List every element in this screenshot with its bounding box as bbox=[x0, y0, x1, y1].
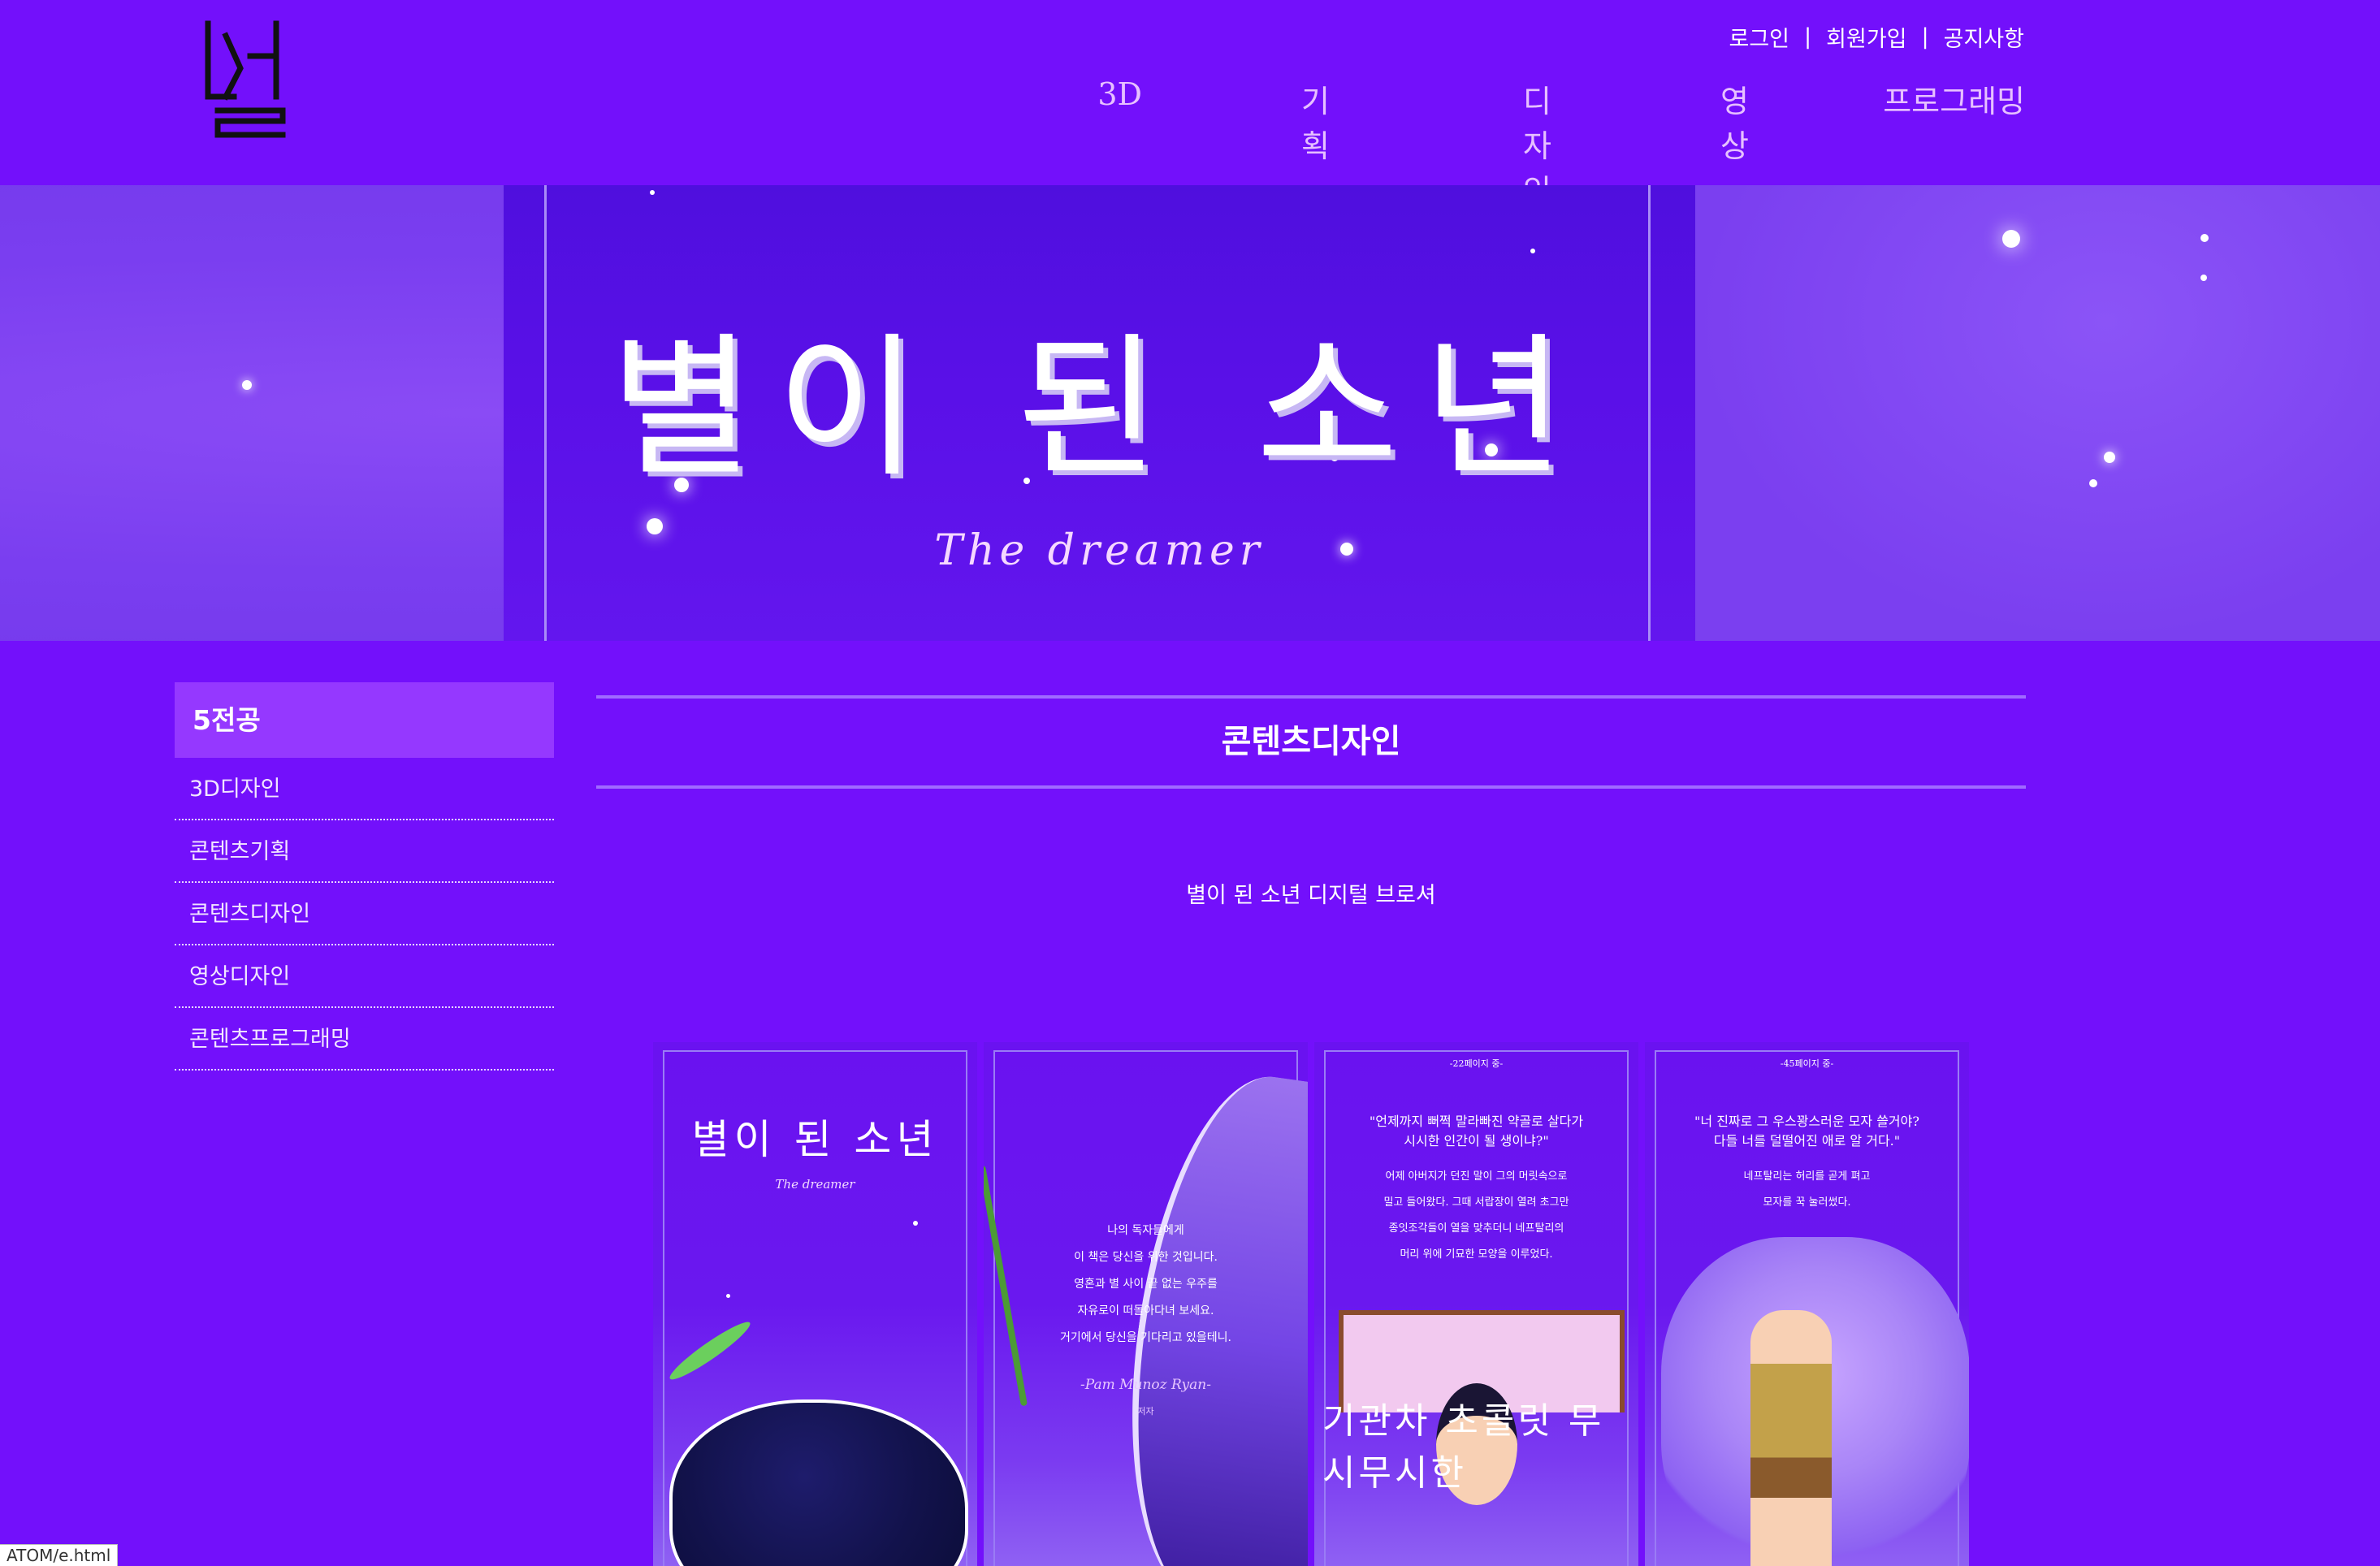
browser-status-url: ATOM/e.html bbox=[0, 1544, 119, 1566]
notice-link[interactable]: 공지사항 bbox=[1944, 21, 2024, 53]
page-title: 콘텐츠디자인 bbox=[1221, 723, 1401, 760]
panel-poem: 나의 독자들에게 이 책은 당신을 위한 것입니다. 영혼과 별 사이 끝 없는… bbox=[1060, 1224, 1231, 1344]
star-decoration bbox=[242, 380, 252, 390]
brochure-panel-page45[interactable]: -45페이지 중- "너 진짜로 그 우스꽝스러운 모자 쓸거야? 다들 너를 … bbox=[1645, 1042, 1969, 1566]
banner-artwork: 별이 된 소년 The dreamer bbox=[504, 185, 1695, 641]
page-label: -22페이지 중- bbox=[1449, 1058, 1504, 1069]
panel-author: -Pam Munoz Ryan- bbox=[1080, 1377, 1211, 1393]
content-description: 별이 된 소년 디지털 브로셔 bbox=[1186, 883, 1436, 908]
brochure-gallery: 별이 된 소년 The dreamer 나의 독자들에게 이 책은 당신을 위한… bbox=[653, 1042, 1969, 1566]
sidebar-item-content-design[interactable]: 콘텐츠디자인 bbox=[175, 883, 554, 945]
panel-body: 네프탈리는 허리를 곧게 펴고 모자를 꾹 눌러썼다. bbox=[1743, 1170, 1871, 1209]
login-link[interactable]: 로그인 bbox=[1729, 21, 1790, 53]
panel-author-role: 저자 bbox=[1137, 1406, 1154, 1417]
nav-programming[interactable]: 프로그래밍 bbox=[1883, 76, 2025, 121]
sidebar-item-content-programming[interactable]: 콘텐츠프로그래밍 bbox=[175, 1008, 554, 1071]
star-decoration bbox=[1530, 249, 1535, 253]
star-decoration bbox=[2200, 275, 2207, 281]
star-decoration bbox=[726, 1294, 730, 1298]
star-decoration bbox=[2200, 234, 2209, 242]
sidebar: 5전공 3D디자인 콘텐츠기획 콘텐츠디자인 영상디자인 콘텐츠프로그래밍 bbox=[175, 682, 554, 1071]
nav-planning[interactable]: 기획 bbox=[1301, 76, 1330, 166]
main-content: 콘텐츠디자인 별이 된 소년 디지털 브로셔 bbox=[596, 695, 2026, 908]
sidebar-heading: 5전공 bbox=[175, 682, 554, 758]
panel-subtitle: The dreamer bbox=[775, 1177, 855, 1192]
divider bbox=[596, 785, 2026, 789]
separator: | bbox=[1921, 24, 1929, 50]
panel-title: 별이 된 소년 bbox=[691, 1116, 939, 1163]
sidebar-item-video-design[interactable]: 영상디자인 bbox=[175, 945, 554, 1008]
panel-quote: "너 진짜로 그 우스꽝스러운 모자 쓸거야? 다들 너를 덜떨어진 애로 알 … bbox=[1694, 1114, 1919, 1149]
brochure-panel-page22[interactable]: -22페이지 중- "언제까지 뻐쩍 말라빠진 약골로 살다가 시시한 인간이 … bbox=[1314, 1042, 1638, 1566]
signup-link[interactable]: 회원가입 bbox=[1826, 21, 1906, 53]
panel-body: 어제 아버지가 던진 말이 그의 머릿속으로 밀고 들어왔다. 그때 서랍장이 … bbox=[1383, 1170, 1569, 1261]
sidebar-list: 3D디자인 콘텐츠기획 콘텐츠디자인 영상디자인 콘텐츠프로그래밍 bbox=[175, 758, 554, 1071]
banner-right-bg bbox=[1695, 185, 2380, 641]
banner-subtitle: The dreamer bbox=[934, 526, 1265, 575]
star-decoration bbox=[650, 190, 655, 195]
brochure-panel-intro[interactable]: 나의 독자들에게 이 책은 당신을 위한 것입니다. 영혼과 별 사이 끝 없는… bbox=[984, 1042, 1308, 1566]
nav-3d[interactable]: 3D bbox=[1097, 76, 1142, 112]
star-decoration bbox=[2104, 452, 2115, 463]
separator: | bbox=[1804, 24, 1812, 50]
page-label: -45페이지 중- bbox=[1780, 1058, 1834, 1069]
star-decoration bbox=[2089, 479, 2097, 487]
site-logo[interactable] bbox=[201, 19, 291, 141]
nav-video[interactable]: 영상 bbox=[1720, 76, 1749, 166]
panel-caption: 기관차 초콜릿 무시무시한 bbox=[1322, 1400, 1605, 1494]
panel-quote: "언제까지 뻐쩍 말라빠진 약골로 살다가 시시한 인간이 될 생이냐?" bbox=[1369, 1114, 1584, 1149]
brochure-panel-cover[interactable]: 별이 된 소년 The dreamer bbox=[653, 1042, 977, 1566]
star-decoration bbox=[913, 1221, 918, 1226]
sidebar-item-3d-design[interactable]: 3D디자인 bbox=[175, 758, 554, 820]
boy-illustration bbox=[1750, 1310, 1832, 1566]
sidebar-item-content-planning[interactable]: 콘텐츠기획 bbox=[175, 820, 554, 883]
star-decoration bbox=[2002, 230, 2020, 248]
utility-menu: 로그인 | 회원가입 | 공지사항 bbox=[1729, 21, 2025, 53]
hero-banner: 별이 된 소년 The dreamer bbox=[0, 185, 2380, 641]
banner-title: 별이 된 소년 bbox=[610, 318, 1589, 498]
